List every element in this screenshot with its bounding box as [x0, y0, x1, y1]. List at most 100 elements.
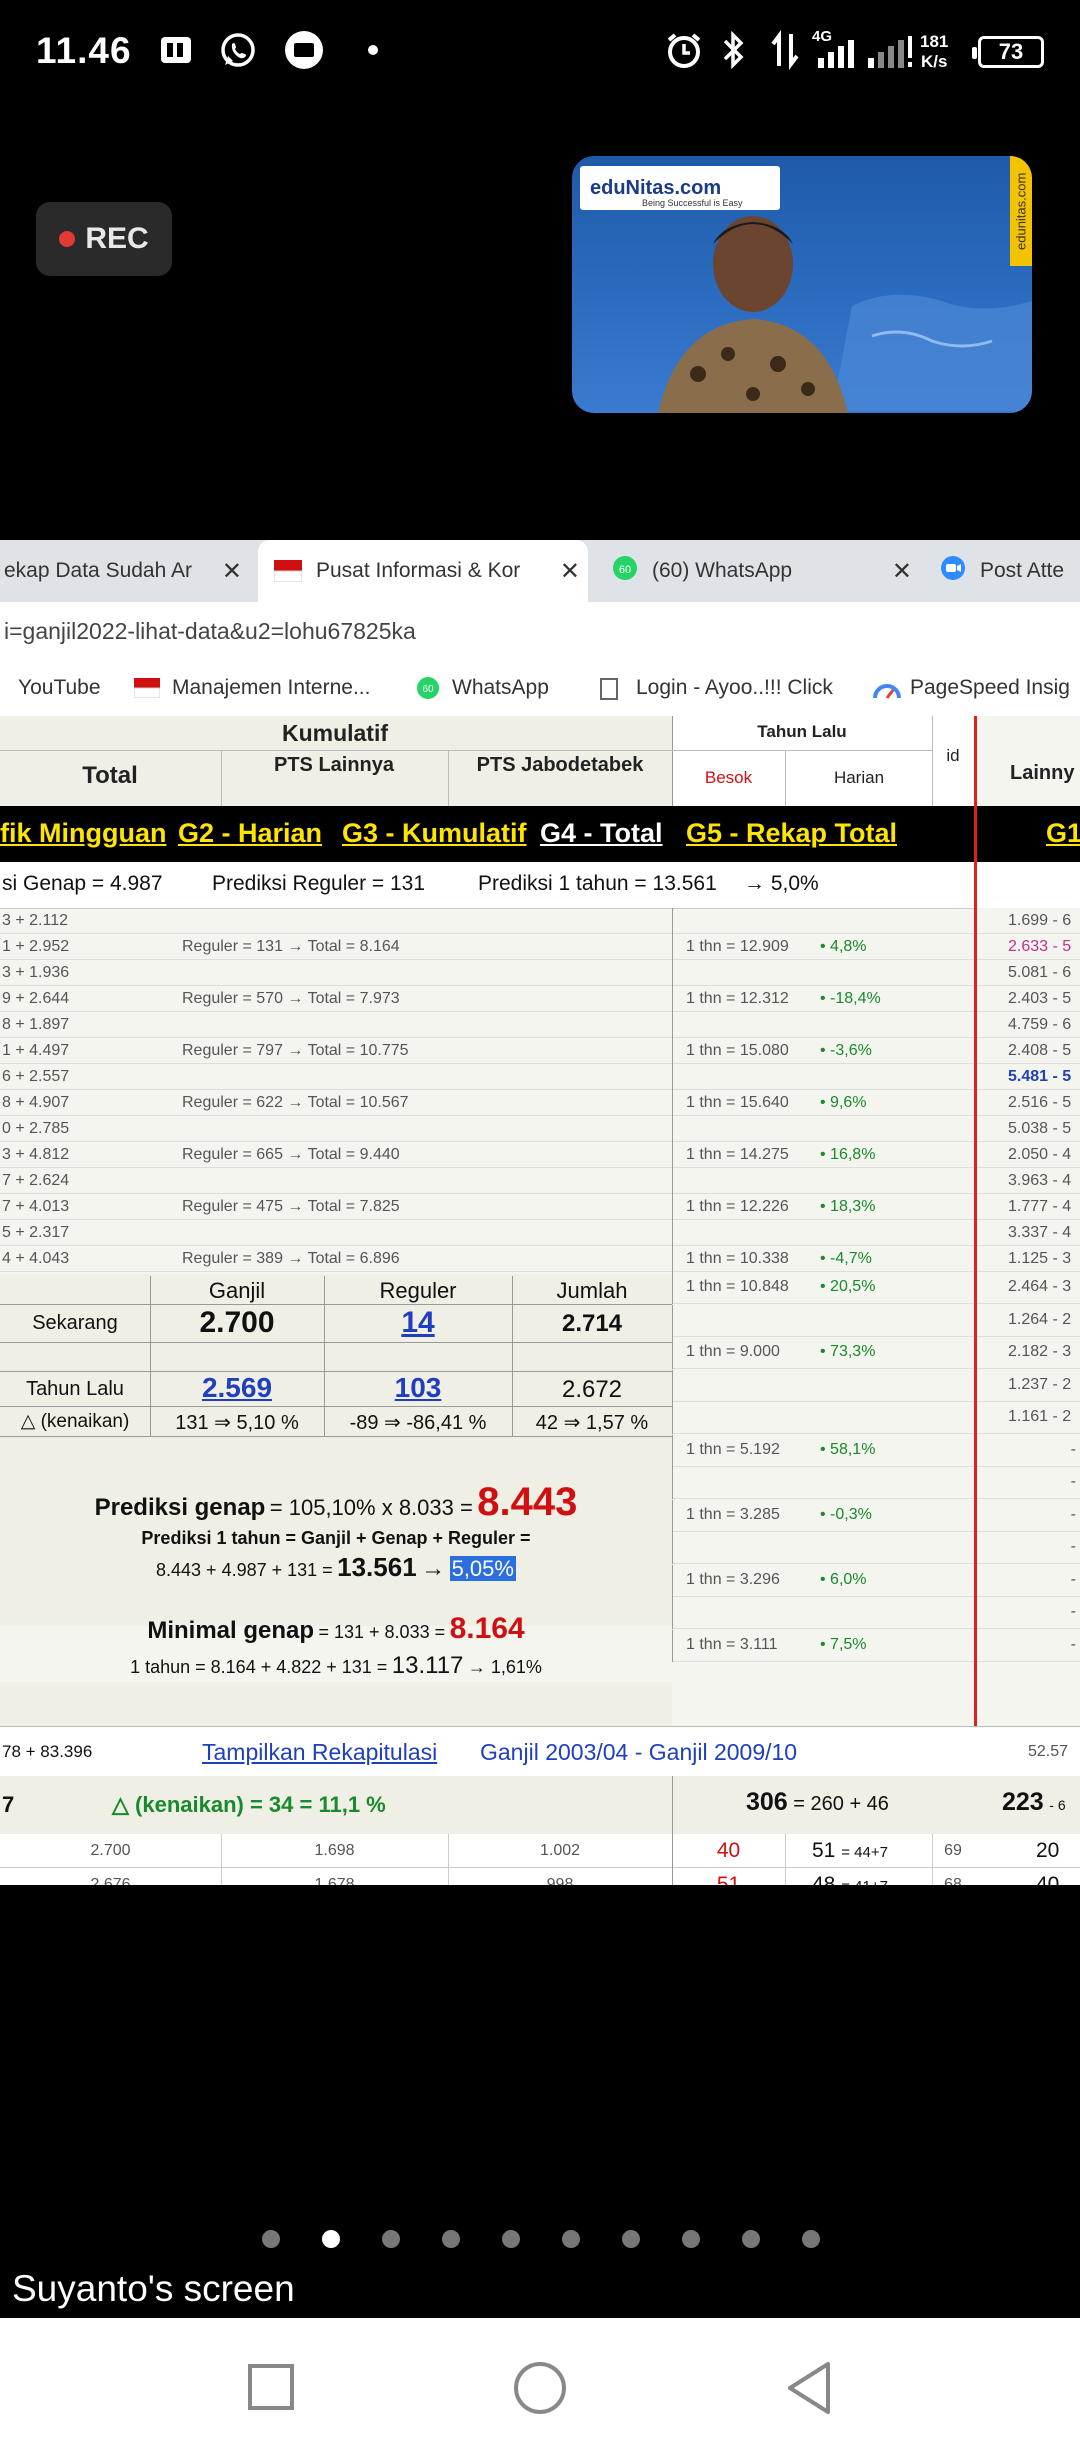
rekap-left: 78 + 83.396 — [2, 1742, 93, 1761]
notification-app-icon — [158, 30, 194, 70]
table-row: 1.237 - 2 — [672, 1369, 1080, 1402]
cell-pts-jabo: 1.002 — [539, 1842, 581, 1859]
side-watermark: edunitas.com — [1010, 156, 1032, 266]
nav-g4-total[interactable]: G4 - Total — [540, 818, 663, 849]
table-row: 0 + 2.785 5.038 - 5 — [0, 1116, 1080, 1142]
page-dot[interactable] — [442, 2230, 460, 2248]
kenaikan-text: △ (kenaikan) = 34 = 11,1 % — [112, 1792, 386, 1817]
row-far: - — [1070, 1538, 1076, 1555]
tab-post-attendance[interactable]: Post Atte — [930, 540, 1080, 602]
cell-pts-lainnya: 1.698 — [314, 1842, 355, 1859]
kenaikan-left: 7 — [2, 1792, 15, 1817]
row-left: 5 + 2.317 — [2, 1224, 70, 1241]
table-row: - — [672, 1597, 1080, 1629]
close-icon[interactable]: ✕ — [892, 557, 912, 586]
close-icon[interactable]: ✕ — [560, 557, 580, 586]
svg-text:60: 60 — [619, 564, 631, 576]
table-row: 1.264 - 2 — [672, 1304, 1080, 1337]
row-far: 2.182 - 3 — [1008, 1343, 1072, 1360]
tab-whatsapp[interactable]: 60 (60) WhatsApp ✕ — [600, 540, 920, 602]
row-left: 3 + 2.112 — [2, 912, 68, 929]
row-far: 2.633 - 5 — [1008, 938, 1072, 955]
bookmark-whatsapp[interactable]: 60 WhatsApp — [416, 660, 549, 716]
table-row: 4 + 4.043 Reguler = 389 → Total = 6.896 … — [0, 1246, 1080, 1272]
bookmark-login[interactable]: Login - Ayoo..!!! Click — [598, 660, 833, 716]
row-pct: • 18,3% — [820, 1198, 876, 1215]
row-far: 5.481 - 5 — [1008, 1068, 1072, 1085]
bookmark-youtube[interactable]: YouTube — [18, 660, 101, 716]
table-row: 7 + 4.013 Reguler = 475 → Total = 7.825 … — [0, 1194, 1080, 1220]
cell-total: 2.676 — [90, 1876, 131, 1885]
page-dot[interactable] — [562, 2230, 580, 2248]
bluetooth-icon — [716, 30, 750, 70]
page-dot[interactable] — [682, 2230, 700, 2248]
row-left: 4 + 4.043 — [2, 1250, 70, 1267]
header-pts-lainnya: PTS Lainnya — [273, 754, 395, 776]
table-row: - — [672, 1467, 1080, 1499]
row-left: 6 + 2.557 — [2, 1068, 70, 1085]
cell-harian: 48 = 41+7 — [812, 1873, 888, 1885]
table-row: 1.161 - 2 — [672, 1402, 1080, 1434]
table-row: - — [672, 1532, 1080, 1564]
recents-button[interactable] — [246, 2362, 296, 2417]
row-pct: • 9,6% — [820, 1094, 867, 1111]
close-icon[interactable]: ✕ — [222, 557, 242, 586]
tab-label: Post Atte — [980, 559, 1065, 582]
address-bar[interactable]: i=ganjil2022-lihat-data&u2=lohu67825ka — [0, 602, 1080, 660]
table-row: 1 thn = 5.192 • 58,1% - — [672, 1434, 1080, 1467]
mini-r1-reguler[interactable]: 14 — [324, 1306, 512, 1340]
page-indicator — [262, 2230, 822, 2250]
mini-r2-reguler[interactable]: 103 — [324, 1372, 512, 1404]
mini-r1-jumlah: 2.714 — [561, 1310, 623, 1337]
cell-lainny: 20 — [1036, 1839, 1060, 1862]
row-left: 3 + 4.812 — [2, 1146, 70, 1163]
page-dot[interactable] — [622, 2230, 640, 2248]
header-tahun-lalu: Tahun Lalu — [757, 722, 847, 741]
page-dot[interactable] — [742, 2230, 760, 2248]
signal-2-icon — [864, 30, 914, 70]
bookmark-label: Login - Ayoo..!!! Click — [636, 676, 833, 699]
tampilkan-rekapitulasi-link[interactable]: Tampilkan Rekapitulasi — [202, 1739, 437, 1766]
bookmark-manajemen[interactable]: Manajemen Interne... — [133, 660, 370, 716]
minimal-genap-formula: = 131 + 8.033 = — [318, 1622, 446, 1642]
tab-rekap-data[interactable]: ekap Data Sudah Ar ✕ — [0, 540, 250, 602]
nav-grafik-mingguan[interactable]: fik Mingguan — [0, 818, 166, 849]
page-dot[interactable] — [382, 2230, 400, 2248]
mini-r3-label: △ (kenaikan) — [20, 1411, 130, 1432]
minimal-genap-value: 8.164 — [449, 1612, 525, 1645]
back-button[interactable] — [784, 2360, 834, 2421]
tab-label: (60) WhatsApp — [652, 559, 793, 582]
cell-besok: 40 — [716, 1839, 741, 1862]
cell-total: 2.700 — [90, 1842, 131, 1859]
table-row: 6 + 2.557 5.481 - 5 — [0, 1064, 1080, 1090]
tab-pusat-informasi[interactable]: Pusat Informasi & Kor ✕ — [258, 540, 588, 602]
table-row: 1 + 2.952 Reguler = 131 → Total = 8.164 … — [0, 934, 1080, 960]
page-dot[interactable] — [502, 2230, 520, 2248]
row-far: 2.464 - 3 — [1008, 1278, 1072, 1295]
nav-g1-right[interactable]: G1 — [1046, 818, 1080, 849]
row-far: - — [1070, 1635, 1076, 1653]
page-dot-active[interactable] — [322, 2230, 340, 2248]
page-dot[interactable] — [802, 2230, 820, 2248]
row-left: 1 + 4.497 — [2, 1042, 70, 1059]
nav-g5-rekap-total[interactable]: G5 - Rekap Total — [686, 818, 897, 849]
red-divider — [974, 716, 977, 1726]
bookmarks-bar: YouTube Manajemen Interne... 60 WhatsApp… — [0, 660, 1080, 717]
square-icon — [248, 2364, 294, 2410]
mini-r2-ganjil[interactable]: 2.569 — [150, 1372, 324, 1404]
minimal-genap-line: Minimal genap = 131 + 8.033 = 8.164 — [0, 1612, 672, 1646]
row-mid: Reguler = 475 → Total = 7.825 — [182, 1198, 400, 1215]
row-thn: 1 thn = 3.285 — [686, 1505, 780, 1523]
alarm-icon — [664, 30, 704, 70]
participant-video[interactable]: eduNitas.com Being Successful is Easy ed… — [572, 156, 1032, 413]
page-dot[interactable] — [262, 2230, 280, 2248]
home-button[interactable] — [512, 2360, 568, 2421]
row-left: 7 + 2.624 — [2, 1172, 70, 1189]
rec-label: REC — [85, 222, 149, 255]
table-row: 3 + 2.112 1.699 - 6 — [0, 908, 1080, 934]
bookmark-pagespeed[interactable]: PageSpeed Insig — [872, 660, 1070, 716]
nav-g3-kumulatif[interactable]: G3 - Kumulatif — [342, 818, 527, 849]
prediksi-genap-line: Prediksi genap = 105,10% x 8.033 = 8.443 — [0, 1480, 672, 1525]
row-thn: 1 thn = 10.848 — [686, 1278, 789, 1295]
nav-g2-harian[interactable]: G2 - Harian — [178, 818, 322, 849]
